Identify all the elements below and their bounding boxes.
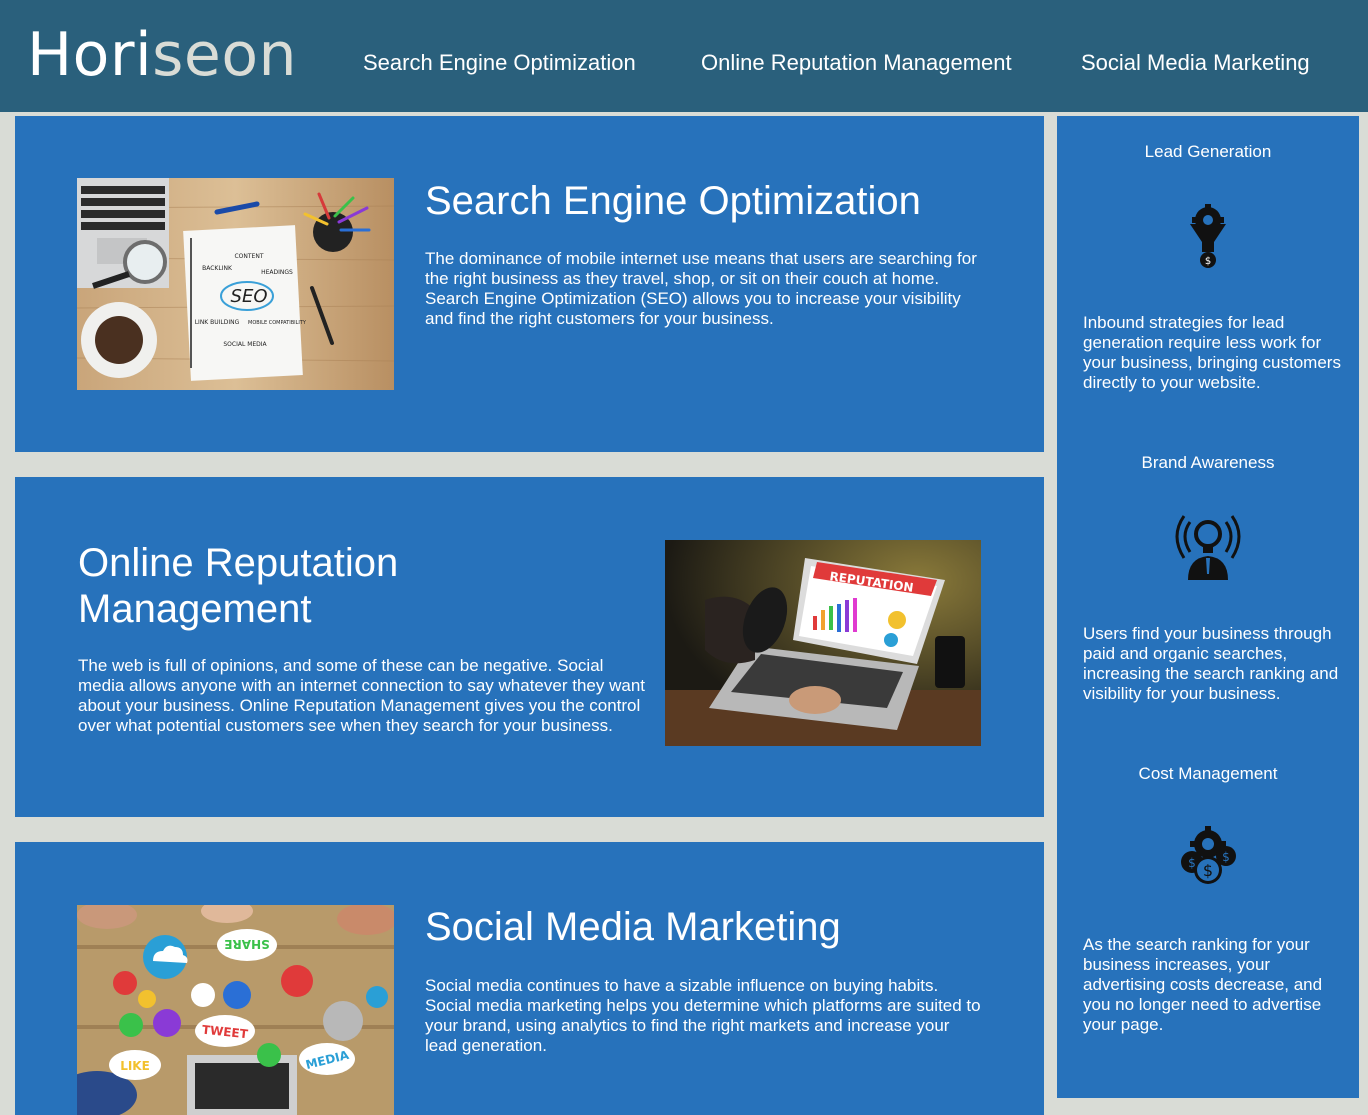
seo-text: The dominance of mobile internet use mea… <box>425 249 977 328</box>
seo-image-label-e: MOBILE COMPATIBILITY <box>248 320 307 326</box>
svg-text:$: $ <box>1205 256 1211 267</box>
benefit-text-cost: As the search ranking for your business … <box>1083 935 1323 1034</box>
svg-text:$: $ <box>1203 861 1213 880</box>
seo-image-label-f: SOCIAL MEDIA <box>223 341 267 348</box>
social-image: SHARE TWEET LIKE MEDIA <box>77 905 394 1115</box>
seo-image-label-d: LINK BUILDING <box>195 319 240 326</box>
svg-text:$: $ <box>1188 856 1196 870</box>
logo-accent: seon <box>152 20 298 90</box>
logo-main: Hori <box>27 20 153 90</box>
reputation-image: REPUTATION <box>665 540 981 746</box>
nav-link-reputation[interactable]: Online Reputation Management <box>701 50 1012 76</box>
social-title: Social Media Marketing <box>425 905 841 949</box>
lightbulb-broadcast-icon <box>1168 508 1248 588</box>
money-gear-icon: $ $ $ <box>1168 818 1248 898</box>
benefit-text-brand: Users find your business through paid an… <box>1083 624 1339 703</box>
social-image-share: SHARE <box>224 937 269 951</box>
site-header: Horiseon Search Engine Optimization Onli… <box>0 0 1368 114</box>
seo-image-label-b: BACKLINK <box>202 265 233 272</box>
seo-image-label-c: HEADINGS <box>261 269 293 276</box>
seo-title: Search Engine Optimization <box>425 179 921 223</box>
site-logo[interactable]: Horiseon <box>27 20 297 90</box>
section-social: SHARE TWEET LIKE MEDIA Social Media Mark… <box>15 842 1044 1115</box>
section-seo: SEO CONTENT BACKLINK HEADINGS LINK BUILD… <box>15 116 1044 452</box>
benefit-text-lead: Inbound strategies for lead generation r… <box>1083 313 1341 392</box>
seo-image: SEO CONTENT BACKLINK HEADINGS LINK BUILD… <box>77 178 394 390</box>
benefit-title-cost: Cost Management <box>1138 764 1278 783</box>
seo-image-center-label: SEO <box>231 286 268 307</box>
seo-image-label-a: CONTENT <box>234 253 263 260</box>
section-reputation: Online Reputation Management The web is … <box>15 477 1044 817</box>
reputation-text: The web is full of opinions, and some of… <box>78 656 645 735</box>
benefits-sidebar: Lead Generation $ Inbound strategies for… <box>1057 116 1359 1098</box>
svg-text:$: $ <box>1222 850 1230 864</box>
nav-link-seo[interactable]: Search Engine Optimization <box>363 50 636 76</box>
nav-link-social[interactable]: Social Media Marketing <box>1081 50 1310 76</box>
social-text: Social media continues to have a sizable… <box>425 976 981 1055</box>
benefit-title-brand: Brand Awareness <box>1141 453 1275 472</box>
reputation-title: Online Reputation Management <box>78 541 399 631</box>
social-image-like: LIKE <box>120 1059 150 1073</box>
benefit-title-lead: Lead Generation <box>1144 142 1272 161</box>
lead-funnel-icon: $ <box>1168 198 1248 278</box>
